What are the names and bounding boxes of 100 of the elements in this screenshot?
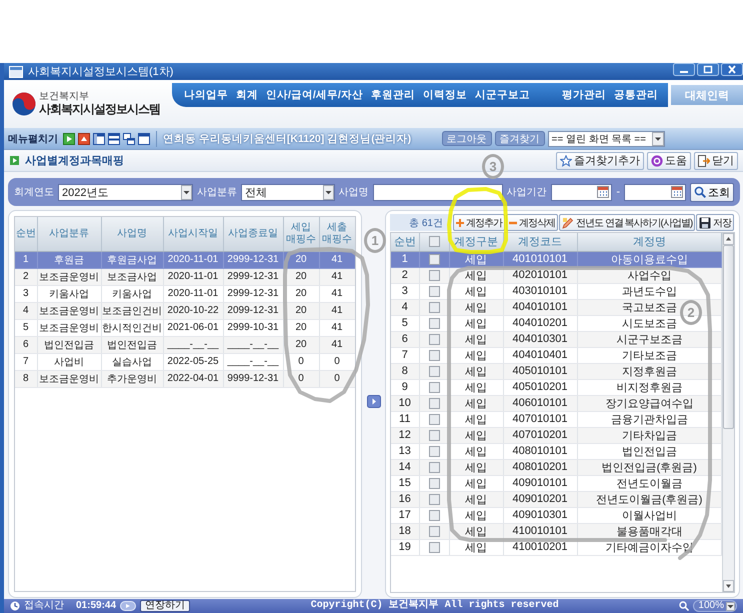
table-row[interactable]: 12 세입 407010201 기타차입금	[391, 427, 722, 443]
scrollbar-thumb[interactable]	[723, 245, 734, 430]
table-row[interactable]: 7 사업비 실습사업 2022-05-25 ____-__-__ 0 0	[15, 353, 355, 370]
fiscal-year-select[interactable]: 2022년도	[58, 184, 193, 200]
extend-button[interactable]: 연장하기	[140, 600, 190, 612]
help-icon	[651, 154, 663, 166]
row-checkbox[interactable]	[428, 414, 440, 424]
table-row[interactable]: 8 세입 405010101 지정후원금	[391, 363, 722, 379]
open-screens-select[interactable]: == 열린 화면 목록 ==	[548, 130, 665, 146]
table-cell: 14	[391, 459, 419, 475]
table-cell: 1	[391, 251, 419, 267]
table-row[interactable]: 17 세입 409010301 이월사업비	[391, 507, 722, 523]
row-checkbox[interactable]	[428, 494, 440, 504]
table-cell: 보조금사업	[101, 268, 163, 285]
row-checkbox[interactable]	[428, 286, 440, 296]
help-button[interactable]: 도움	[647, 152, 691, 170]
row-checkbox[interactable]	[428, 366, 440, 376]
row-checkbox[interactable]	[428, 510, 440, 520]
table-cell: 전년도이월금	[577, 475, 722, 491]
row-checkbox[interactable]	[428, 302, 440, 312]
save-icon	[699, 216, 712, 228]
delete-account-button[interactable]: 계정삭제	[506, 214, 558, 231]
row-checkbox[interactable]	[428, 318, 440, 328]
scroll-down-icon[interactable]	[723, 580, 734, 592]
save-button[interactable]: 저장	[696, 214, 734, 231]
menu-item[interactable]: 공통관리	[610, 88, 662, 102]
select-all-checkbox[interactable]	[428, 236, 440, 248]
table-row[interactable]: 4 보조금운영비 보조금인건비 2020-10-22 2099-12-31 20 41	[15, 302, 355, 319]
maximize-icon[interactable]	[697, 63, 719, 76]
table-row[interactable]: 13 세입 408010101 법인전입금	[391, 443, 722, 459]
row-checkbox[interactable]	[428, 270, 440, 280]
table-cell: 404010301	[503, 331, 577, 347]
row-checkbox[interactable]	[428, 430, 440, 440]
calendar-icon[interactable]	[597, 186, 610, 198]
menu-item[interactable]: 후원관리	[366, 88, 419, 102]
zoom-select[interactable]: 100%	[693, 600, 737, 612]
table-row[interactable]: 3 키움사업 키움사업 2020-11-01 2999-12-31 20 41	[15, 285, 355, 302]
scroll-up-icon[interactable]	[723, 233, 734, 245]
scrollbar[interactable]	[722, 233, 734, 592]
menu-item[interactable]: 회계	[232, 88, 262, 102]
add-account-button[interactable]: 계정추가	[453, 214, 505, 231]
clock-icon	[10, 601, 20, 611]
table-row[interactable]: 5 보조금운영비 한시적인건비 2021-06-01 2999-10-31 20 41	[15, 319, 355, 336]
menu-item[interactable]: 이력정보	[418, 88, 471, 102]
row-checkbox[interactable]	[428, 350, 440, 360]
table-row[interactable]: 9 세입 405010201 비지정후원금	[391, 379, 722, 395]
start-date-field[interactable]	[550, 184, 612, 200]
table-row[interactable]: 7 세입 404010401 기타보조금	[391, 347, 722, 363]
single-pane-icon[interactable]	[93, 132, 105, 144]
table-cell: 5	[391, 315, 419, 331]
table-row[interactable]: 15 세입 409010101 전년도이월금	[391, 475, 722, 491]
menu-item[interactable]: 평가관리	[558, 88, 610, 102]
business-type-select[interactable]: 전체	[240, 184, 335, 200]
row-checkbox[interactable]	[428, 478, 440, 488]
row-checkbox[interactable]	[428, 462, 440, 472]
cascade-icon[interactable]	[123, 132, 135, 144]
table-cell: 과년도수입	[577, 283, 722, 299]
copy-previous-year-button[interactable]: 전년도 연결 복사하기(사업별)	[559, 214, 696, 231]
table-row[interactable]: 11 세입 407010101 금융기관차입금	[391, 411, 722, 427]
menu-expand-button[interactable]: 메뉴펼치기	[8, 132, 60, 146]
table-cell: 41	[319, 302, 355, 319]
table-cell: 법인전입금(후원금)	[577, 459, 722, 475]
business-name-field[interactable]	[372, 184, 502, 200]
search-button[interactable]: 조회	[690, 182, 734, 202]
calendar-icon[interactable]	[671, 186, 684, 198]
table-cell: 13	[391, 443, 419, 459]
table-row[interactable]: 6 법인전입금 법인전입금 ____-__-__ ____-__-__ 20 41	[15, 336, 355, 353]
menu-item[interactable]: 나의업무	[180, 88, 232, 102]
end-date-field[interactable]	[624, 184, 686, 200]
minimize-icon[interactable]	[673, 63, 695, 76]
table-row[interactable]: 3 세입 403010101 과년도수입	[391, 283, 722, 299]
close-button[interactable]: 닫기	[694, 152, 738, 170]
table-row[interactable]: 6 세입 404010301 시군구보조금	[391, 331, 722, 347]
table-cell: 세입	[449, 363, 503, 379]
table-row[interactable]: 8 보조금운영비 추가운영비 2022-04-01 9999-12-31 0 0	[15, 370, 355, 387]
row-checkbox[interactable]	[428, 446, 440, 456]
table-cell: 세입	[449, 427, 503, 443]
table-row[interactable]: 14 세입 408010201 법인전입금(후원금)	[391, 459, 722, 475]
row-checkbox[interactable]	[428, 398, 440, 408]
row-checkbox[interactable]	[428, 254, 440, 264]
table-row[interactable]: 10 세입 406010101 장기요양급여수입	[391, 395, 722, 411]
table-row[interactable]: 16 세입 409010201 전년도이월금(후원금)	[391, 491, 722, 507]
table-cell: 8	[391, 363, 419, 379]
rounded-button-icon[interactable]	[120, 601, 136, 611]
row-checkbox[interactable]	[428, 334, 440, 344]
menu-item[interactable]: 인사/급여/세무/자산	[262, 88, 367, 102]
horizontal-split-icon[interactable]	[108, 132, 120, 144]
menu-item[interactable]: 시군구보고	[470, 88, 534, 102]
play-icon[interactable]	[63, 132, 75, 144]
row-checkbox[interactable]	[428, 526, 440, 536]
close-icon[interactable]	[721, 63, 743, 76]
row-checkbox[interactable]	[428, 382, 440, 392]
row-checkbox[interactable]	[428, 542, 440, 552]
add-favorite-button[interactable]: 즐겨찾기추가	[556, 152, 644, 170]
annotation-number: 3	[482, 154, 504, 179]
table-row[interactable]: 1 후원금 후원금사업 2020-11-01 2999-12-31 20 41	[15, 251, 355, 268]
pane-icon[interactable]	[138, 132, 150, 144]
table-cell: 2999-12-31	[223, 268, 283, 285]
table-row[interactable]: 2 보조금운영비 보조금사업 2020-11-01 2999-12-31 20 41	[15, 268, 355, 285]
table-cell: 408010201	[503, 459, 577, 475]
